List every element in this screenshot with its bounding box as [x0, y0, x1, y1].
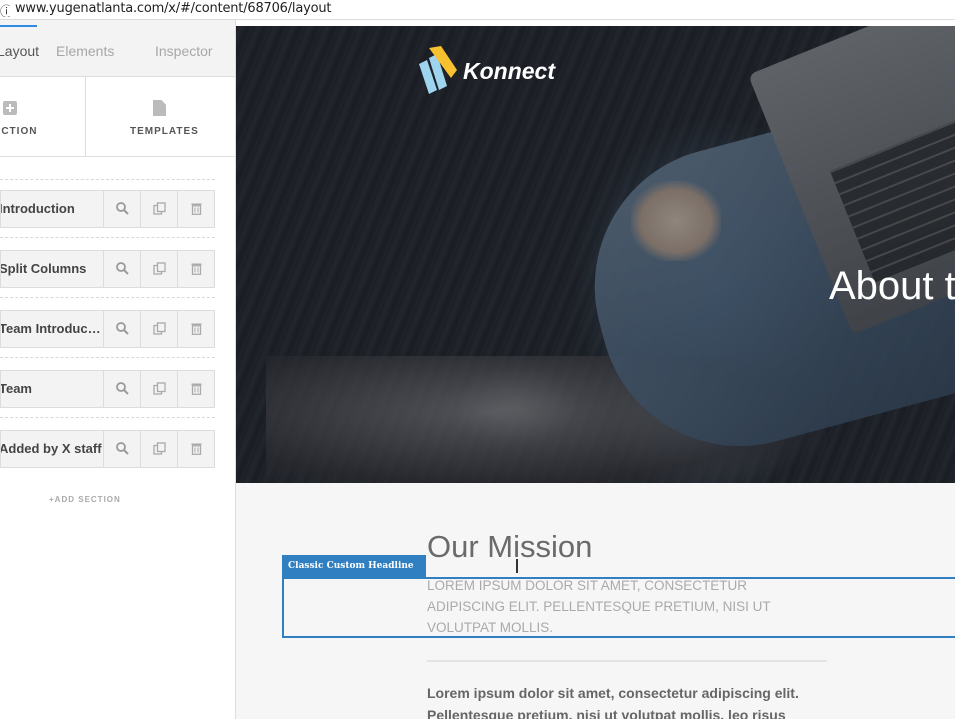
- add-section-button[interactable]: SECTION: [0, 77, 86, 157]
- sidebar-tabs: Layout Elements Inspector: [0, 20, 235, 77]
- text-cursor-icon: [516, 559, 518, 573]
- duplicate-section-button[interactable]: [141, 371, 178, 407]
- mission-section[interactable]: Classic Custom Headline Our Mission LORE…: [236, 483, 955, 719]
- copy-icon: [153, 442, 166, 455]
- inspect-section-button[interactable]: [104, 251, 141, 287]
- delete-section-button[interactable]: [178, 251, 215, 287]
- hero-title[interactable]: About t: [829, 264, 955, 309]
- address-bar[interactable]: ⓘ www.yugenatlanta.com/x/#/content/68706…: [0, 0, 955, 20]
- mission-paragraph[interactable]: Lorem ipsum dolor sit amet, consectetur …: [427, 682, 827, 719]
- trash-icon: [191, 263, 202, 275]
- delete-section-button[interactable]: [178, 431, 215, 467]
- duplicate-section-button[interactable]: [141, 251, 178, 287]
- duplicate-section-button[interactable]: [141, 431, 178, 467]
- divider: [0, 237, 215, 238]
- trash-icon: [191, 203, 202, 215]
- delete-section-button[interactable]: [178, 191, 215, 227]
- duplicate-section-button[interactable]: [141, 311, 178, 347]
- active-tab-indicator: [0, 25, 37, 27]
- section-name[interactable]: Added by X staff: [1, 431, 104, 467]
- templates-label: TEMPLATES: [130, 126, 199, 137]
- duplicate-section-button[interactable]: [141, 191, 178, 227]
- section-row[interactable]: Team: [0, 370, 215, 408]
- copy-icon: [153, 202, 166, 215]
- delete-section-button[interactable]: [178, 371, 215, 407]
- search-icon: [116, 262, 129, 275]
- section-row[interactable]: Team Introduc…: [0, 310, 215, 348]
- hero-overlay: [236, 26, 955, 483]
- mission-headline[interactable]: Our Mission: [427, 529, 592, 565]
- section-name[interactable]: Introduction: [1, 191, 104, 227]
- element-type-tag: Classic Custom Headline: [282, 555, 426, 577]
- inspect-section-button[interactable]: [104, 431, 141, 467]
- add-section-link[interactable]: +ADD SECTION: [49, 495, 121, 504]
- sidebar-actions: SECTION TEMPLATES: [0, 77, 235, 157]
- search-icon: [116, 202, 129, 215]
- trash-icon: [191, 383, 202, 395]
- trash-icon: [191, 443, 202, 455]
- page-preview[interactable]: Konnect About t Classic Custom Headline …: [236, 26, 955, 719]
- plus-square-icon: [3, 101, 17, 115]
- copy-icon: [153, 382, 166, 395]
- copy-icon: [153, 262, 166, 275]
- url-text[interactable]: www.yugenatlanta.com/x/#/content/68706/l…: [15, 1, 331, 16]
- divider: [427, 660, 827, 662]
- section-row[interactable]: Added by X staff: [0, 430, 215, 468]
- document-icon: [153, 100, 166, 116]
- tab-inspector[interactable]: Inspector: [155, 43, 213, 59]
- inspect-section-button[interactable]: [104, 371, 141, 407]
- tab-elements[interactable]: Elements: [56, 43, 114, 59]
- konnect-logo-icon: [419, 46, 457, 94]
- site-logo[interactable]: Konnect: [417, 46, 577, 96]
- add-section-label: SECTION: [0, 126, 38, 137]
- section-name[interactable]: Split Columns: [1, 251, 104, 287]
- divider: [0, 297, 215, 298]
- inspect-section-button[interactable]: [104, 311, 141, 347]
- section-name[interactable]: Team Introduc…: [1, 311, 104, 347]
- section-name[interactable]: Team: [1, 371, 104, 407]
- trash-icon: [191, 323, 202, 335]
- search-icon: [116, 322, 129, 335]
- logo-text: Konnect: [463, 58, 555, 84]
- copy-icon: [153, 322, 166, 335]
- search-icon: [116, 442, 129, 455]
- info-icon[interactable]: ⓘ: [0, 1, 10, 17]
- divider: [0, 179, 215, 180]
- hero-section[interactable]: Konnect About t: [236, 26, 955, 483]
- mission-subheadline[interactable]: LOREM IPSUM DOLOR SIT AMET, CONSECTETUR …: [427, 575, 807, 638]
- section-row[interactable]: Split Columns: [0, 250, 215, 288]
- section-row[interactable]: Introduction: [0, 190, 215, 228]
- builder-sidebar: Layout Elements Inspector SECTION TEMPLA…: [0, 20, 236, 719]
- divider: [0, 357, 215, 358]
- delete-section-button[interactable]: [178, 311, 215, 347]
- search-icon: [116, 382, 129, 395]
- templates-button[interactable]: TEMPLATES: [86, 77, 235, 157]
- tab-layout[interactable]: Layout: [0, 43, 39, 59]
- divider: [0, 417, 215, 418]
- inspect-section-button[interactable]: [104, 191, 141, 227]
